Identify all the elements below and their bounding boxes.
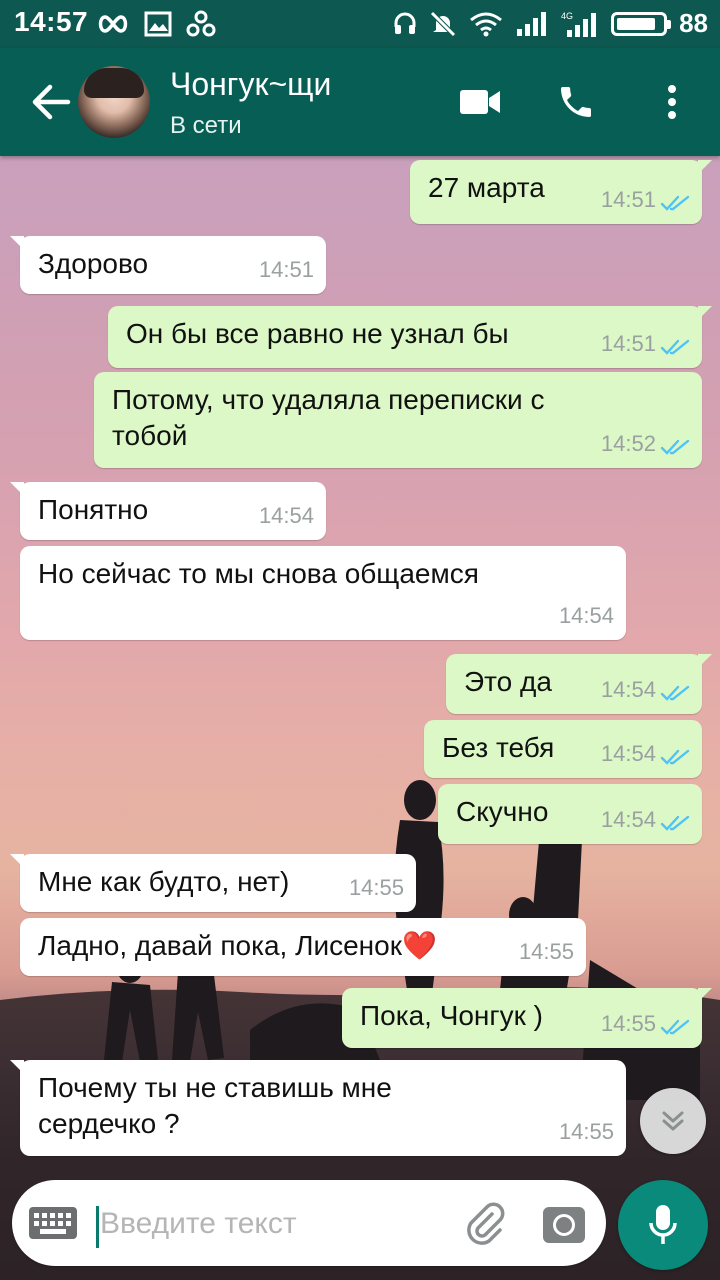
- message-time: 14:55: [558, 1119, 614, 1144]
- image-icon: [144, 11, 172, 37]
- more-options-button[interactable]: [648, 78, 696, 126]
- message-text: 27 марта: [428, 172, 545, 203]
- phone-icon: [561, 87, 591, 117]
- double-check-icon: [660, 339, 690, 355]
- contact-name[interactable]: Чонгук~щи: [170, 66, 331, 103]
- incoming-message[interactable]: Но сейчас то мы снова общаемся 14:54: [20, 546, 626, 640]
- battery-percent: 88: [679, 8, 708, 38]
- bubble-tail: [698, 988, 712, 1002]
- message-time: 14:51: [600, 187, 656, 212]
- incoming-message[interactable]: Мне как будто, нет) 14:55: [10, 854, 416, 912]
- message-time: 14:54: [558, 603, 614, 628]
- bubble-tail: [10, 1060, 24, 1074]
- contact-status: В сети: [170, 112, 242, 139]
- status-time: 14:57: [14, 6, 89, 37]
- double-check-icon: [660, 439, 690, 455]
- message-text: Это да: [464, 666, 552, 697]
- double-check-icon: [660, 749, 690, 765]
- outgoing-message[interactable]: Скучно 14:54: [438, 784, 702, 844]
- scroll-down-icon: [662, 1111, 684, 1131]
- bubble-tail: [698, 160, 712, 174]
- bubble-tail: [10, 854, 24, 868]
- message-time: 14:51: [600, 331, 656, 356]
- message-text: Пока, Чонгук ): [360, 1000, 543, 1031]
- message-text: Но сейчас то мы снова общаемся: [38, 558, 479, 589]
- back-arrow-icon[interactable]: [28, 82, 72, 122]
- message-time: 14:55: [348, 875, 404, 900]
- message-text: Без тебя: [442, 732, 555, 763]
- voice-call-button[interactable]: [552, 78, 600, 126]
- outgoing-message[interactable]: 27 марта 14:51: [410, 160, 712, 224]
- double-check-icon: [660, 685, 690, 701]
- battery-icon: [611, 11, 672, 36]
- double-check-icon: [660, 1019, 690, 1035]
- double-check-icon: [660, 815, 690, 831]
- incoming-message[interactable]: Почему ты не ставишь мне сердечко ? 14:55: [10, 1060, 626, 1156]
- mic-icon: [649, 1205, 677, 1244]
- battery-level: [617, 17, 656, 30]
- headset-icon: [394, 12, 416, 34]
- signal-icon: [517, 11, 547, 36]
- mute-bell-icon: [430, 10, 456, 37]
- status-bar: 14:57 4G 88: [0, 0, 720, 48]
- network-icon: [186, 10, 216, 37]
- incoming-message[interactable]: Здорово 14:51: [10, 236, 326, 294]
- wifi-icon: [470, 12, 503, 36]
- svg-text:4G: 4G: [561, 11, 573, 21]
- outgoing-message[interactable]: Он бы все равно не узнал бы 14:51: [108, 306, 712, 368]
- message-time: 14:55: [518, 939, 574, 964]
- bubble-tail: [698, 306, 712, 320]
- bubble-tail: [10, 236, 24, 250]
- outgoing-message[interactable]: Пока, Чонгук ) 14:55: [342, 988, 712, 1048]
- message-text: Мне как будто, нет): [38, 866, 290, 897]
- camera-icon[interactable]: [542, 1202, 586, 1246]
- video-call-button[interactable]: [456, 78, 504, 126]
- status-left-icons: [96, 10, 216, 38]
- message-time: 14:54: [600, 677, 656, 702]
- message-time: 14:54: [600, 807, 656, 832]
- outgoing-message[interactable]: Без тебя 14:54: [424, 720, 702, 778]
- voice-message-button[interactable]: [618, 1180, 708, 1270]
- outgoing-message[interactable]: Это да 14:54: [446, 654, 712, 714]
- chat-header: Чонгук~щи В сети: [0, 48, 720, 156]
- message-text: Почему ты не ставишь мне сердечко ?: [38, 1072, 392, 1139]
- message-time: 14:51: [258, 257, 314, 282]
- message-text: Он бы все равно не узнал бы: [126, 318, 509, 349]
- video-call-icon: [460, 90, 500, 114]
- message-text: Ладно, давай пока, Лисенок❤️: [38, 930, 437, 961]
- infinity-icon: [98, 15, 128, 33]
- bubble-tail: [10, 482, 24, 496]
- message-text: Понятно: [38, 494, 149, 525]
- compose-bar: [12, 1180, 606, 1266]
- more-vert-icon: [668, 85, 676, 119]
- attach-icon[interactable]: [462, 1200, 508, 1246]
- message-text: Скучно: [456, 796, 549, 827]
- bubble-tail: [698, 654, 712, 668]
- message-text: Потому, что удаляла переписки с тобой: [112, 384, 545, 451]
- scroll-down-button[interactable]: [640, 1088, 706, 1154]
- message-time: 14:52: [600, 431, 656, 456]
- outgoing-message[interactable]: Потому, что удаляла переписки с тобой 14:…: [94, 372, 702, 468]
- keyboard-icon[interactable]: [28, 1205, 78, 1241]
- message-text: Здорово: [38, 248, 149, 279]
- message-input[interactable]: [98, 1196, 442, 1252]
- signal-4g-icon: 4G: [561, 11, 597, 37]
- incoming-message[interactable]: Понятно 14:54: [10, 482, 326, 540]
- double-check-icon: [660, 195, 690, 211]
- message-time: 14:54: [258, 503, 314, 528]
- incoming-message[interactable]: Ладно, давай пока, Лисенок❤️ 14:55: [20, 918, 586, 976]
- message-time: 14:55: [600, 1011, 656, 1036]
- avatar[interactable]: [78, 66, 150, 138]
- status-right-icons: 4G 88: [393, 8, 708, 39]
- message-time: 14:54: [600, 741, 656, 766]
